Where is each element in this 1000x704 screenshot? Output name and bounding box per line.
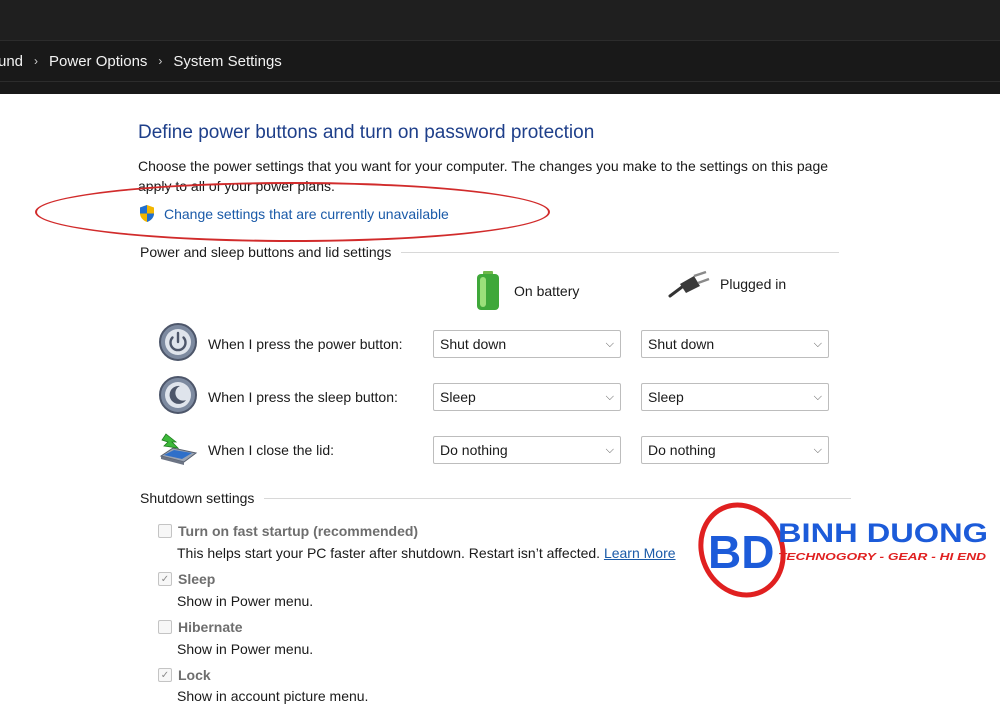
- breadcrumb-item-system-settings[interactable]: System Settings: [173, 53, 281, 70]
- chevron-down-icon: ⌵: [605, 337, 614, 350]
- section-divider: [264, 497, 852, 499]
- sleep-button-battery-value: Sleep: [440, 389, 476, 405]
- logo-mark: BD: [708, 526, 774, 578]
- sleep-button-plugged-value: Sleep: [648, 389, 684, 405]
- learn-more-link[interactable]: Learn More: [604, 545, 676, 561]
- power-button-label: When I press the power button:: [208, 336, 403, 352]
- checkmark-icon: ✓: [160, 573, 170, 585]
- power-button-plugged-select[interactable]: Shut down ⌵: [641, 330, 829, 358]
- plugged-in-label: Plugged in: [720, 276, 787, 292]
- laptop-lid-icon: [159, 433, 198, 465]
- power-button-plugged-value: Shut down: [648, 336, 715, 352]
- window-top-bar: [0, 0, 1000, 40]
- sleep-option-description: Show in Power menu.: [177, 593, 314, 609]
- fast-startup-description-text: This helps start your PC faster after sh…: [177, 545, 601, 561]
- breadcrumb-item-power-options[interactable]: Power Options: [49, 53, 147, 70]
- checkmark-icon: ✓: [160, 669, 170, 681]
- on-battery-label: On battery: [514, 283, 580, 299]
- power-buttons-section-heading: Power and sleep buttons and lid settings: [140, 244, 840, 260]
- page-description: Choose the power settings that you want …: [138, 158, 829, 194]
- close-lid-battery-select[interactable]: Do nothing ⌵: [433, 436, 621, 464]
- power-plug-icon: [668, 270, 710, 298]
- shutdown-section-title: Shutdown settings: [140, 490, 255, 506]
- chevron-right-icon: ›: [158, 54, 163, 68]
- sleep-option-label: Sleep: [178, 571, 216, 587]
- fast-startup-description: This helps start your PC faster after sh…: [177, 545, 676, 561]
- power-button-battery-value: Shut down: [440, 336, 507, 352]
- power-button-icon: [159, 323, 197, 361]
- close-lid-plugged-value: Do nothing: [648, 442, 716, 458]
- chevron-down-icon: ⌵: [813, 337, 822, 350]
- change-settings-link[interactable]: Change settings that are currently unava…: [138, 204, 449, 223]
- close-lid-battery-value: Do nothing: [440, 442, 508, 458]
- power-buttons-section-title: Power and sleep buttons and lid settings: [140, 244, 392, 260]
- main-content: Define power buttons and turn on passwor…: [0, 94, 1000, 704]
- sleep-checkbox-row[interactable]: ✓ Sleep: [158, 571, 215, 587]
- sleep-button-label: When I press the sleep button:: [208, 389, 398, 405]
- hibernate-checkbox-row[interactable]: Hibernate: [158, 619, 243, 635]
- logo-tagline: TECHNOGORY - GEAR - HI END: [778, 552, 986, 563]
- chevron-down-icon: ⌵: [605, 390, 614, 403]
- chevron-down-icon: ⌵: [605, 443, 614, 456]
- chevron-down-icon: ⌵: [813, 443, 822, 456]
- section-divider: [401, 251, 840, 253]
- lock-checkbox[interactable]: ✓: [158, 668, 172, 682]
- fast-startup-checkbox-row[interactable]: Turn on fast startup (recommended): [158, 523, 418, 539]
- address-bar[interactable]: und › Power Options › System Settings: [0, 40, 1000, 82]
- hibernate-option-label: Hibernate: [178, 619, 243, 635]
- uac-shield-icon: [140, 205, 154, 222]
- lock-checkbox-row[interactable]: ✓ Lock: [158, 667, 211, 683]
- battery-icon: [477, 271, 499, 310]
- power-button-battery-select[interactable]: Shut down ⌵: [433, 330, 621, 358]
- lock-option-description: Show in account picture menu.: [177, 688, 369, 704]
- hibernate-checkbox[interactable]: [158, 620, 172, 634]
- lock-option-label: Lock: [178, 667, 211, 683]
- fast-startup-checkbox[interactable]: [158, 524, 172, 538]
- sleep-checkbox[interactable]: ✓: [158, 572, 172, 586]
- sleep-button-battery-select[interactable]: Sleep ⌵: [433, 383, 621, 411]
- breadcrumb-item-sound[interactable]: und: [0, 53, 23, 70]
- on-battery-column-header: On battery: [472, 270, 579, 312]
- change-settings-label[interactable]: Change settings that are currently unava…: [164, 206, 449, 222]
- binh-duong-watermark-logo: BD BINH DUONG TECHNOGORY - GEAR - HI END: [698, 502, 988, 598]
- hibernate-option-description: Show in Power menu.: [177, 641, 314, 657]
- logo-brand: BINH DUONG: [778, 518, 988, 548]
- close-lid-plugged-select[interactable]: Do nothing ⌵: [641, 436, 829, 464]
- page-title: Define power buttons and turn on passwor…: [138, 122, 595, 143]
- toolbar-strip: [0, 82, 1000, 94]
- chevron-right-icon: ›: [34, 54, 39, 68]
- sleep-button-icon: [159, 376, 197, 414]
- fast-startup-label: Turn on fast startup (recommended): [178, 523, 419, 539]
- close-lid-label: When I close the lid:: [208, 442, 335, 458]
- plugged-in-column-header: Plugged in: [668, 270, 786, 298]
- chevron-down-icon: ⌵: [813, 390, 822, 403]
- sleep-button-plugged-select[interactable]: Sleep ⌵: [641, 383, 829, 411]
